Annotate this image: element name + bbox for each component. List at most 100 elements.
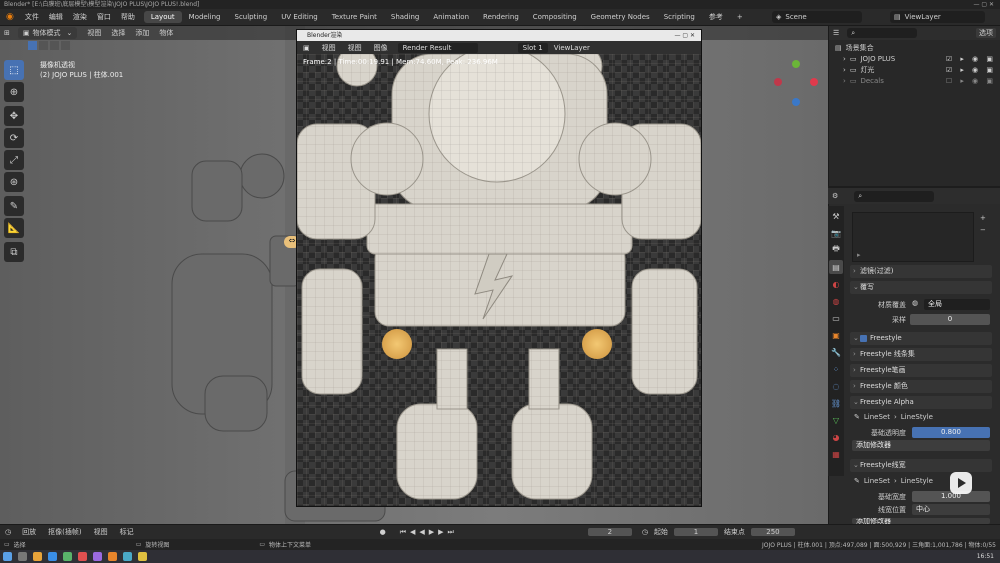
physics-tab-icon[interactable]: ◌ — [829, 379, 843, 393]
image-editor-type-icon[interactable]: ▣ — [303, 44, 310, 52]
tab-layout[interactable]: Layout — [143, 11, 182, 23]
panel-color[interactable]: Freestyle 颜色 — [850, 380, 992, 393]
start-field[interactable]: 1 — [673, 528, 718, 536]
modifier-tab-icon[interactable]: 🔧 — [829, 345, 843, 359]
samples-field[interactable]: 0 — [910, 314, 990, 325]
taskbar-app-icon[interactable] — [33, 552, 42, 561]
outliner-row[interactable]: › ▭ JOJO PLUS ☑ ▸ ◉ ▣ — [829, 53, 1000, 64]
view-layer-tab-icon[interactable]: ▤ — [829, 260, 843, 274]
viewlayer-selector[interactable]: ▤ ViewLayer — [890, 11, 985, 23]
add-cube-tool-icon[interactable]: ⧉ — [4, 242, 24, 262]
collection-tab-icon[interactable]: ▭ — [829, 311, 843, 325]
tab-shading[interactable]: Shading — [384, 11, 426, 23]
annotate-tool-icon[interactable]: ✎ — [4, 196, 24, 216]
render-window-controls[interactable]: — ▢ ✕ — [674, 30, 695, 41]
texture-tab-icon[interactable]: ▦ — [829, 447, 843, 461]
properties-search-icon[interactable]: ⌕ — [854, 190, 935, 202]
panel-filter[interactable]: 滤镜(过滤) — [850, 265, 992, 278]
expand-icon[interactable]: › — [843, 66, 846, 74]
remove-lineset-icon[interactable]: − — [980, 226, 986, 234]
taskbar-app-icon[interactable] — [78, 552, 87, 561]
gizmo-x-icon[interactable] — [810, 78, 818, 86]
outliner-search-icon[interactable]: ⌕ — [847, 28, 918, 38]
navigation-gizmo[interactable] — [770, 58, 822, 110]
particles-tab-icon[interactable]: ⁘ — [829, 362, 843, 376]
tab-reference[interactable]: 参考 — [702, 10, 730, 24]
current-frame-field[interactable]: 2 — [587, 528, 632, 536]
constraints-tab-icon[interactable]: ⛓ — [829, 396, 843, 410]
expand-icon[interactable]: › — [843, 55, 846, 63]
render-window[interactable]: Blender渲染 — ▢ ✕ ▣ 视图 视图 图像 Render Result… — [296, 29, 702, 507]
alpha-field[interactable]: 0.800 — [912, 427, 990, 438]
taskbar-app-icon[interactable] — [138, 552, 147, 561]
end-field[interactable]: 250 — [750, 528, 795, 536]
mode-selector[interactable]: ▣ 物体模式 ⌄ — [17, 27, 78, 39]
rotate-tool-icon[interactable]: ⟳ — [4, 128, 24, 148]
tab-sculpting[interactable]: Sculpting — [228, 11, 275, 23]
scale-tool-icon[interactable]: ⤢ — [4, 150, 24, 170]
taskbar-app-icon[interactable] — [63, 552, 72, 561]
select-new-icon[interactable] — [28, 41, 37, 50]
viewport-menu-object[interactable]: 物体 — [159, 28, 173, 38]
outliner-row[interactable]: › ▭ Decals ☐ ▸ ◉ ▣ — [829, 75, 1000, 86]
move-tool-icon[interactable]: ✥ — [4, 106, 24, 126]
gizmo-x-neg-icon[interactable] — [774, 78, 782, 86]
viewport-menu-select[interactable]: 选择 — [111, 28, 125, 38]
add-workspace-icon[interactable]: + — [730, 11, 750, 23]
render-tab-icon[interactable]: 📷 — [829, 226, 843, 240]
taskbar-blender-icon[interactable] — [108, 552, 117, 561]
visibility-icons[interactable]: ☑ ▸ ◉ ▣ — [946, 55, 996, 63]
measure-tool-icon[interactable]: 📐 — [4, 218, 24, 238]
tab-compositing[interactable]: Compositing — [526, 11, 584, 23]
gizmo-z-icon[interactable] — [792, 98, 800, 106]
outliner-options-button[interactable]: 选项 — [976, 28, 996, 38]
timeline-type-icon[interactable]: ◷ — [5, 528, 11, 536]
render-menu-view[interactable]: 视图 — [322, 43, 336, 53]
panel-override[interactable]: 覆写 — [850, 281, 992, 294]
tab-texture-paint[interactable]: Texture Paint — [325, 11, 384, 23]
panel-alpha[interactable]: Freestyle Alpha — [850, 396, 992, 409]
render-menu-image[interactable]: 图像 — [374, 43, 388, 53]
timeline-menu-marker[interactable]: 标记 — [120, 527, 134, 537]
record-icon[interactable]: ● — [380, 528, 386, 536]
timeline-menu-view[interactable]: 视图 — [94, 527, 108, 537]
slot-selector[interactable]: Slot 1 — [517, 42, 548, 53]
taskbar-app-icon[interactable] — [48, 552, 57, 561]
world-tab-icon[interactable]: ◍ — [829, 294, 843, 308]
panel-lineset[interactable]: Freestyle 线条集 — [850, 348, 992, 361]
select-subtract-icon[interactable] — [50, 41, 59, 50]
taskbar-app-icon[interactable] — [123, 552, 132, 561]
properties-type-icon[interactable]: ⚙ — [832, 192, 838, 200]
cursor-tool-icon[interactable]: ⊕ — [4, 82, 24, 102]
window-controls[interactable]: — ▢ ✕ — [973, 0, 994, 9]
add-lineset-icon[interactable]: + — [980, 214, 986, 222]
start-menu-icon[interactable] — [3, 552, 12, 561]
select-extend-icon[interactable] — [39, 41, 48, 50]
outliner-scene-collection[interactable]: ▤ 场景集合 — [829, 42, 1000, 53]
object-tab-icon[interactable]: ▣ — [829, 328, 843, 342]
select-tool-icon[interactable]: ⬚ — [4, 60, 24, 80]
viewport-menu-add[interactable]: 添加 — [135, 28, 149, 38]
menu-help[interactable]: 帮助 — [121, 12, 135, 22]
playback-controls[interactable]: ⏮◀◀▶▶⏭ — [400, 528, 458, 537]
tab-modeling[interactable]: Modeling — [182, 11, 228, 23]
expand-icon[interactable]: › — [843, 77, 846, 85]
timeline-menu-playback[interactable]: 回放 — [22, 527, 36, 537]
render-menu-view-2[interactable]: 视图 — [348, 43, 362, 53]
lineset-list[interactable]: ▸ — [852, 212, 974, 262]
visibility-icons[interactable]: ☐ ▸ ◉ ▣ — [946, 77, 996, 85]
scene-selector[interactable]: ◈ Scene — [772, 11, 862, 23]
tab-scripting[interactable]: Scripting — [657, 11, 702, 23]
material-override-field[interactable]: 全局 — [924, 299, 990, 310]
editor-type-icon[interactable]: ⊞ — [4, 29, 10, 37]
blender-logo-icon[interactable]: ◉ — [6, 12, 14, 22]
outliner-row[interactable]: › ▭ 灯光 ☑ ▸ ◉ ▣ — [829, 64, 1000, 75]
menu-window[interactable]: 窗口 — [97, 12, 111, 22]
tab-animation[interactable]: Animation — [426, 11, 476, 23]
menu-render[interactable]: 渲染 — [73, 12, 87, 22]
select-invert-icon[interactable] — [61, 41, 70, 50]
render-result-selector[interactable]: Render Result — [397, 42, 478, 53]
tab-uv-editing[interactable]: UV Editing — [274, 11, 325, 23]
tab-geometry-nodes[interactable]: Geometry Nodes — [584, 11, 657, 23]
panel-strokes[interactable]: Freestyle笔画 — [850, 364, 992, 377]
